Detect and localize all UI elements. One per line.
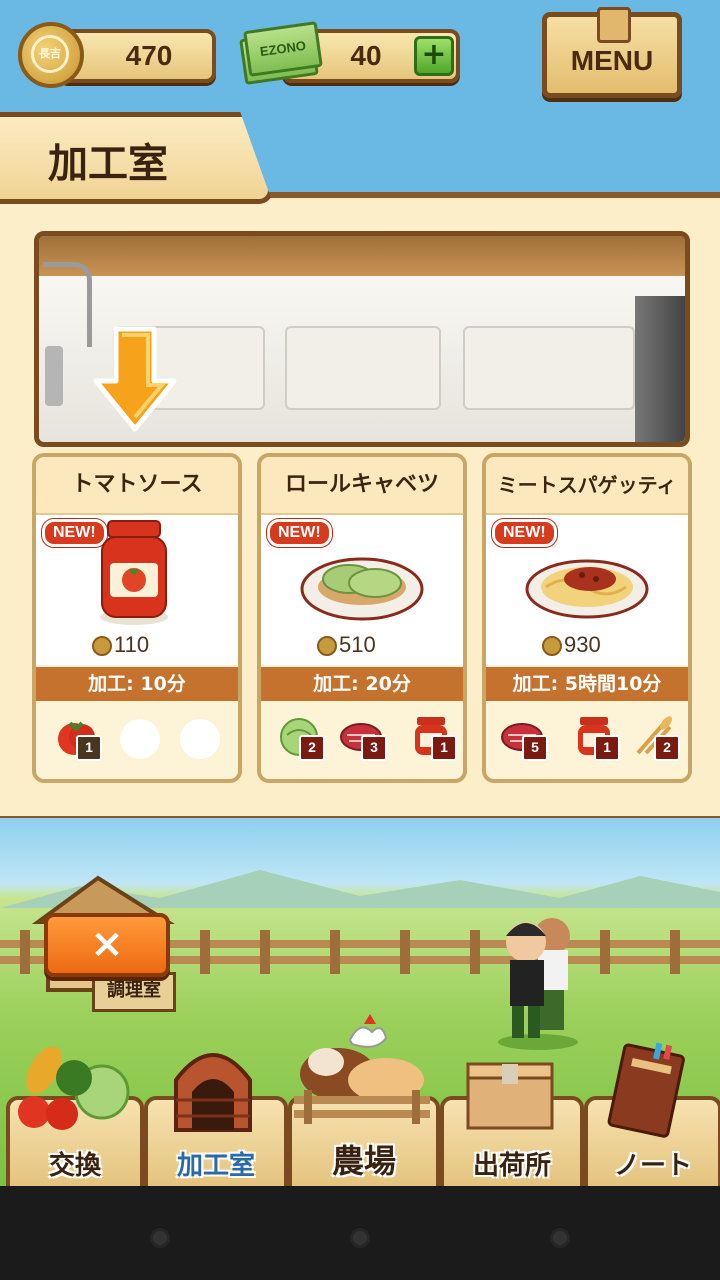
nav-exchange-label: 交換 <box>48 1151 101 1181</box>
stove-icon <box>635 296 685 442</box>
recipe-price-value: 110 <box>114 632 150 657</box>
system-back-button[interactable] <box>150 1228 170 1248</box>
recipe-time: 加工: 20分 <box>261 667 463 701</box>
recipe-card-cabbage-roll[interactable]: ロールキャベツ NEW! 510 加工: 20分 2 3 1 <box>257 453 467 783</box>
farmer-characters-icon <box>498 918 578 1050</box>
brick-oven-icon <box>174 1053 252 1132</box>
ingredient-tomato-sauce: 1 <box>572 713 620 761</box>
recipe-name: トマトソース <box>36 457 238 515</box>
menu-plaque-icon <box>597 7 631 43</box>
farm-animals-icon <box>294 1014 430 1124</box>
ingredient-count: 1 <box>76 735 102 761</box>
recipe-name: ミートスパゲッティ <box>486 457 688 515</box>
ingredient-meat: 3 <box>339 713 387 761</box>
menu-label: MENU <box>570 45 654 76</box>
coin-symbol: 長吉 <box>31 35 69 73</box>
ingredient-count: 3 <box>361 735 387 761</box>
recipe-time: 加工: 10分 <box>36 667 238 701</box>
recipe-price: 930 <box>542 632 601 658</box>
menu-button[interactable]: MENU <box>542 7 682 98</box>
ingredient-count: 1 <box>431 735 457 761</box>
add-tickets-button[interactable]: + <box>414 36 454 76</box>
vegetables-icon <box>18 1046 130 1130</box>
ingredient-count: 5 <box>522 735 548 761</box>
ticket-label: EZONO <box>258 37 307 60</box>
system-recents-button[interactable] <box>550 1228 570 1248</box>
building-sign: 調理室 <box>92 972 176 1012</box>
coin-small-icon <box>317 636 337 657</box>
ingredient-tomato-sauce: 1 <box>409 713 457 761</box>
coin-amount: 470 <box>125 40 173 71</box>
new-badge: NEW! <box>267 519 332 547</box>
system-home-button[interactable] <box>350 1228 370 1248</box>
recipe-name: ロールキャベツ <box>261 457 463 515</box>
ingredient-count: 2 <box>299 735 325 761</box>
coin-small-icon <box>92 636 112 657</box>
ingredient-count: 1 <box>594 735 620 761</box>
recipe-price: 510 <box>317 632 376 658</box>
shipping-box-icon <box>466 1062 554 1130</box>
new-badge: NEW! <box>492 519 557 547</box>
ingredient-empty-slot <box>180 719 220 759</box>
ingredient-tomato: 1 <box>54 713 102 761</box>
ingredient-empty-slot <box>120 719 160 759</box>
ingredient-count: 2 <box>654 735 680 761</box>
coin-small-icon <box>542 636 562 657</box>
building-sign-label: 調理室 <box>107 980 161 1001</box>
recipe-card-tomato-sauce[interactable]: トマトソース NEW! 110 加工: 10分 1 <box>32 453 242 783</box>
notebook-icon <box>607 1042 685 1138</box>
counter-backsplash <box>39 236 685 276</box>
recipe-card-meat-spaghetti[interactable]: ミートスパゲッティ NEW! 930 加工: 5時間10分 5 1 2 <box>482 453 692 783</box>
nav-farm-label: 農場 <box>331 1142 396 1180</box>
nav-processing-room-label: 加工室 <box>176 1151 255 1181</box>
coin-icon: 長吉 <box>18 22 84 88</box>
work-slot-3[interactable] <box>463 326 635 410</box>
meat-spaghetti-dish-icon <box>525 559 649 619</box>
ticket-amount: 40 <box>350 40 382 71</box>
faucet-base-icon <box>45 346 63 406</box>
tomato-sauce-jar-icon <box>100 520 168 625</box>
ingredient-meat: 5 <box>500 713 548 761</box>
nav-notebook-label: ノート <box>613 1151 692 1181</box>
cabbage-roll-dish-icon <box>300 557 424 621</box>
recipe-price: 110 <box>92 632 149 658</box>
recipe-price-value: 510 <box>339 632 376 657</box>
work-slot-2[interactable] <box>285 326 441 410</box>
ingredient-cabbage: 2 <box>277 713 325 761</box>
recipe-price-value: 930 <box>564 632 601 657</box>
close-button[interactable]: × <box>44 913 170 977</box>
title-tab: 加工室 <box>0 112 273 204</box>
close-icon: × <box>90 921 124 967</box>
ingredient-wheat: 2 <box>632 713 680 761</box>
faucet-icon <box>43 262 92 347</box>
page-title: 加工室 <box>48 141 168 187</box>
nav-shipping-label: 出荷所 <box>472 1151 551 1181</box>
down-arrow-icon <box>93 326 177 432</box>
recipe-time: 加工: 5時間10分 <box>486 667 688 701</box>
